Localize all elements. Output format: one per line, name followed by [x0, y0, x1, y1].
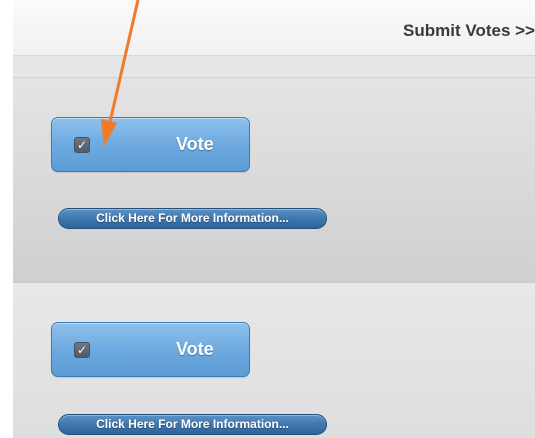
vote-button-label: Vote — [176, 134, 214, 154]
vote-button[interactable]: ✓ Vote — [51, 117, 250, 172]
vote-entry: ✓ Vote Click Here For More Information..… — [13, 78, 535, 283]
vote-checkbox[interactable]: ✓ — [74, 137, 90, 153]
page-left-margin — [0, 0, 13, 438]
more-information-button[interactable]: Click Here For More Information... — [58, 208, 327, 229]
vote-button[interactable]: ✓ Vote — [51, 322, 250, 377]
header-divider-band — [13, 56, 535, 78]
submit-votes-link[interactable]: Submit Votes >> — [403, 21, 535, 41]
header-bar: Submit Votes >> — [13, 0, 535, 56]
vote-button-label: Vote — [176, 339, 214, 359]
vote-checkbox[interactable]: ✓ — [74, 342, 90, 358]
page: Submit Votes >> ✓ Vote Click Here For Mo… — [0, 0, 535, 438]
more-information-button[interactable]: Click Here For More Information... — [58, 414, 327, 435]
vote-entry: ✓ Vote Click Here For More Information..… — [13, 283, 535, 438]
